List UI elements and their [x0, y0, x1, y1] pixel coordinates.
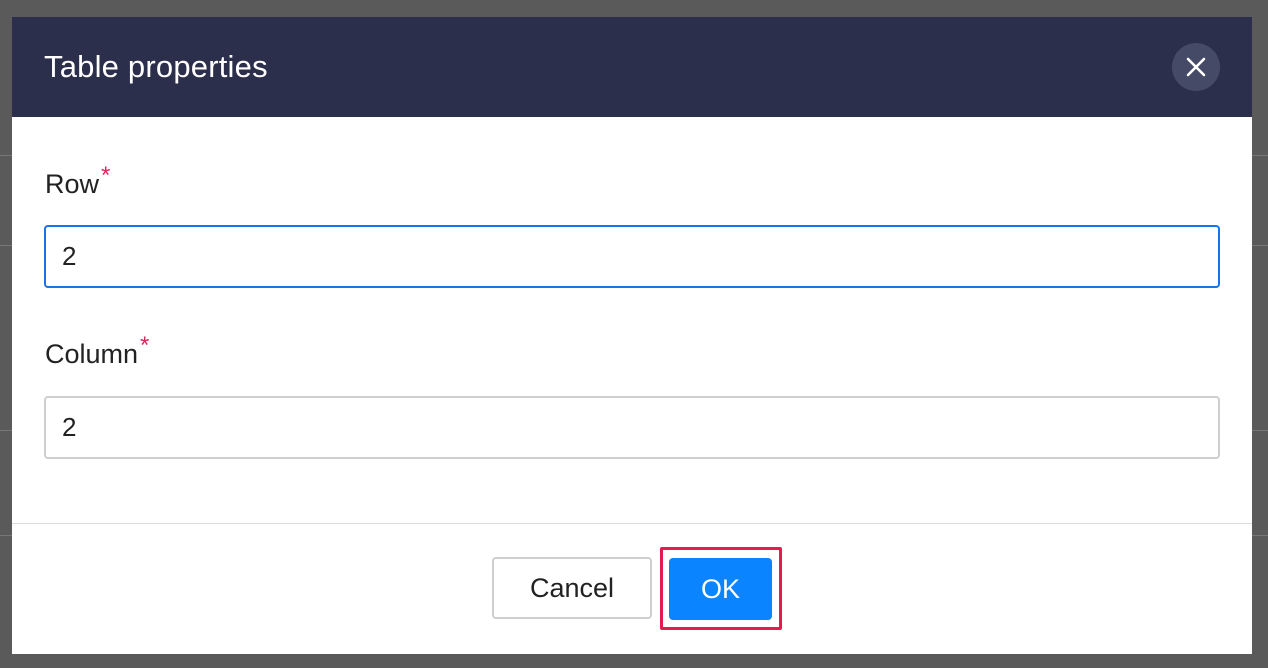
row-label: Row* — [45, 162, 110, 200]
cancel-button[interactable]: Cancel — [492, 557, 652, 619]
ok-button[interactable]: OK — [669, 558, 772, 620]
footer-divider — [12, 523, 1252, 524]
table-properties-dialog: Table properties Row* Column* Cancel OK — [12, 17, 1252, 654]
dialog-header: Table properties — [12, 17, 1252, 117]
row-input[interactable] — [44, 225, 1220, 288]
close-button[interactable] — [1172, 43, 1220, 91]
required-mark: * — [140, 332, 150, 359]
column-label: Column* — [45, 332, 149, 370]
column-label-text: Column — [45, 339, 139, 369]
column-input[interactable] — [44, 396, 1220, 459]
close-icon — [1186, 57, 1206, 77]
row-label-text: Row — [45, 169, 100, 199]
dialog-title: Table properties — [44, 49, 268, 84]
required-mark: * — [101, 162, 111, 189]
